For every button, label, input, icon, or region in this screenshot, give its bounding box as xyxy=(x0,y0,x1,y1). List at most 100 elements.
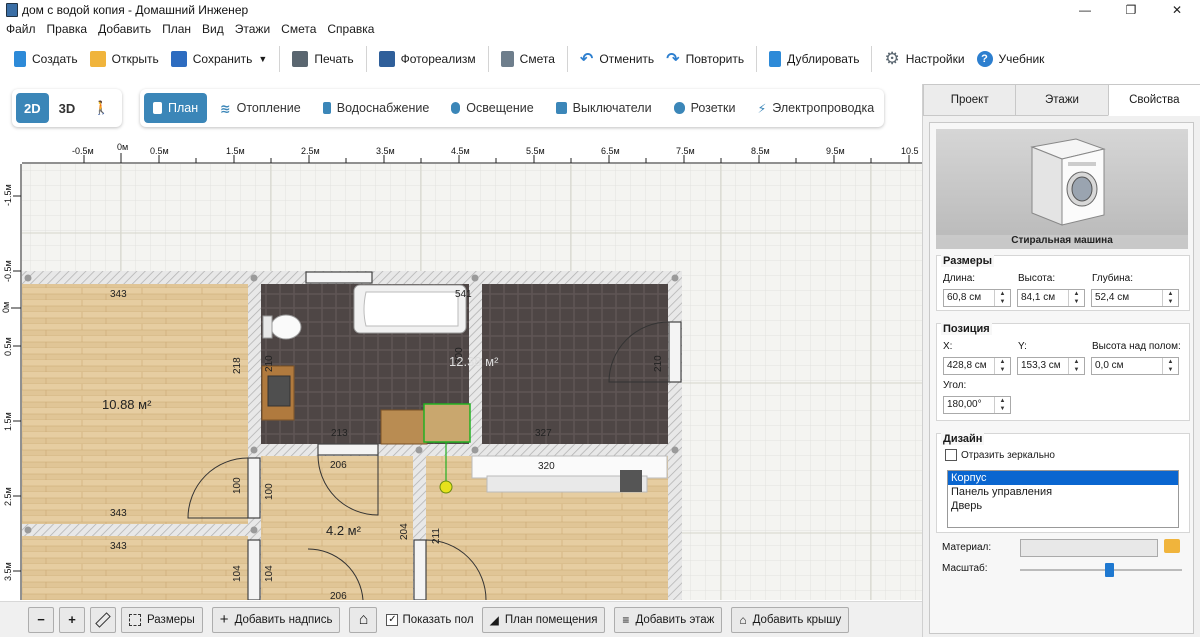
length-field[interactable]: 60,8 см ▲ ▼ xyxy=(943,289,1011,307)
zoom-out-button[interactable]: − xyxy=(28,606,54,633)
ruler-label: 1.5м xyxy=(3,412,13,431)
show-floor-checkbox[interactable]: ✓ Показать пол xyxy=(386,613,474,626)
doorframe-left-lower[interactable] xyxy=(247,539,261,600)
x-stepper[interactable]: ▲ ▼ xyxy=(994,358,1010,374)
rotation-handle[interactable] xyxy=(439,480,453,494)
toolbar-divider xyxy=(365,46,367,72)
tab-wiring[interactable]: ⚡ Электропроводка xyxy=(748,93,883,123)
list-item[interactable]: Дверь xyxy=(948,499,1178,513)
tab-floors[interactable]: Этажи xyxy=(1015,84,1109,116)
duplicate-button[interactable]: Дублировать xyxy=(763,44,865,74)
tab-lighting[interactable]: Освещение xyxy=(442,93,542,123)
toilet[interactable] xyxy=(270,314,302,340)
angle-stepper[interactable]: ▲ ▼ xyxy=(994,397,1010,413)
tab-water[interactable]: Водоснабжение xyxy=(314,93,439,123)
list-item[interactable]: Панель управления xyxy=(948,485,1178,499)
tab-heating[interactable]: ≋ Отопление xyxy=(211,93,310,123)
tab-plan[interactable]: План xyxy=(144,93,208,123)
checkbox-unchecked[interactable] xyxy=(945,449,957,461)
window-top[interactable] xyxy=(305,271,373,284)
stove[interactable] xyxy=(620,470,642,492)
maximize-button[interactable]: ❐ xyxy=(1108,0,1154,20)
elevation-stepper[interactable]: ▲ ▼ xyxy=(1162,358,1178,374)
menu-edit[interactable]: Правка xyxy=(47,22,88,36)
menu-floors[interactable]: Этажи xyxy=(235,22,270,36)
floor-plan-svg[interactable]: -0.5м 0м 0.5м 1.5м 2.5м 3.5м 4.5м 5.5м 6… xyxy=(0,140,922,600)
mode-2d-button[interactable]: 2D xyxy=(16,93,49,123)
create-button[interactable]: Создать xyxy=(8,44,84,74)
water-pipe-icon xyxy=(322,102,331,114)
tab-sockets[interactable]: Розетки xyxy=(665,93,745,123)
tab-properties[interactable]: Свойства xyxy=(1107,84,1200,116)
redo-button[interactable]: ↷ Повторить xyxy=(660,44,750,74)
design-title: Дизайн xyxy=(941,433,985,445)
tab-switches[interactable]: Выключатели xyxy=(547,93,661,123)
material-field[interactable] xyxy=(1020,539,1158,557)
menu-file[interactable]: Файл xyxy=(6,22,36,36)
room-bottom-left-floor[interactable] xyxy=(22,536,248,600)
photorealism-button[interactable]: Фотореализм xyxy=(373,44,482,74)
x-field[interactable]: 428,8 см ▲ ▼ xyxy=(943,357,1011,375)
depth-field[interactable]: 52,4 см ▲ ▼ xyxy=(1091,289,1179,307)
zoom-in-button[interactable]: + xyxy=(59,606,85,633)
dim-label: 100 xyxy=(264,483,275,500)
doorframe-left-upper[interactable] xyxy=(247,457,261,519)
doorframe-bathroom[interactable] xyxy=(317,443,379,456)
tab-project[interactable]: Проект xyxy=(923,84,1017,116)
window-right[interactable] xyxy=(668,321,682,383)
menu-help[interactable]: Справка xyxy=(327,22,374,36)
length-stepper[interactable]: ▲ ▼ xyxy=(994,290,1010,306)
folder-icon xyxy=(89,51,106,67)
print-button[interactable]: Печать xyxy=(286,44,359,74)
ruler-button[interactable] xyxy=(90,606,116,633)
y-field[interactable]: 153,3 см ▲ ▼ xyxy=(1017,357,1085,375)
mode-3d-button[interactable]: 3D xyxy=(51,93,84,123)
ruler-label: 6.5м xyxy=(601,146,620,156)
list-item[interactable]: Корпус xyxy=(948,471,1178,485)
open-button[interactable]: Открыть xyxy=(84,44,165,74)
app-icon xyxy=(6,3,18,17)
doorframe-kitchen[interactable] xyxy=(413,539,427,600)
menu-plan[interactable]: План xyxy=(162,22,191,36)
y-stepper[interactable]: ▲ ▼ xyxy=(1068,358,1084,374)
washing-machine-selected[interactable] xyxy=(423,403,471,443)
depth-stepper[interactable]: ▲ ▼ xyxy=(1162,290,1178,306)
plan-canvas[interactable]: -0.5м 0м 0.5м 1.5м 2.5м 3.5м 4.5м 5.5м 6… xyxy=(0,140,922,600)
menu-add[interactable]: Добавить xyxy=(98,22,151,36)
menu-view[interactable]: Вид xyxy=(202,22,224,36)
undo-button[interactable]: ↶ Отменить xyxy=(574,44,660,74)
home-button[interactable]: ⌂ xyxy=(349,606,378,633)
room-plan-button[interactable]: ◢ План помещения xyxy=(481,606,606,633)
scale-slider[interactable] xyxy=(1020,563,1182,577)
dim-label: 327 xyxy=(535,428,552,439)
estimate-button[interactable]: Смета xyxy=(495,44,561,74)
close-button[interactable]: ✕ xyxy=(1154,0,1200,20)
parts-list[interactable]: Корпус Панель управления Дверь xyxy=(947,470,1179,528)
height-field[interactable]: 84,1 см ▲ ▼ xyxy=(1017,289,1085,307)
add-floor-button[interactable]: ≡ Добавить этаж xyxy=(614,606,723,633)
minimize-button[interactable]: — xyxy=(1062,0,1108,20)
room-right-tiled-floor[interactable] xyxy=(482,284,668,444)
ruler-label: 1.5м xyxy=(226,146,245,156)
sink[interactable] xyxy=(267,375,291,407)
chevron-down-icon[interactable]: ▼ xyxy=(258,54,267,64)
height-stepper[interactable]: ▲ ▼ xyxy=(1068,290,1084,306)
bathroom-cabinet[interactable] xyxy=(380,409,428,445)
save-button[interactable]: Сохранить ▼ xyxy=(165,44,274,74)
add-label-button[interactable]: + Добавить надпись xyxy=(211,606,341,633)
settings-button[interactable]: ⚙ Настройки xyxy=(878,44,970,74)
walk-mode-button[interactable]: 🚶 xyxy=(85,93,117,123)
scale-slider-thumb[interactable] xyxy=(1105,563,1114,577)
menu-estimate[interactable]: Смета xyxy=(281,22,316,36)
add-roof-button[interactable]: ⌂ Добавить крышу xyxy=(731,606,850,633)
depth-value: 52,4 см xyxy=(1095,292,1130,303)
angle-field[interactable]: 180,00° ▲ ▼ xyxy=(943,396,1011,414)
elevation-field[interactable]: 0,0 см ▲ ▼ xyxy=(1091,357,1179,375)
checkbox-checked[interactable]: ✓ xyxy=(386,613,399,626)
mirror-checkbox[interactable]: Отразить зеркально xyxy=(945,449,1055,461)
dimensions-button[interactable]: Размеры xyxy=(121,606,203,633)
folder-icon[interactable] xyxy=(1164,539,1180,553)
tutorial-button[interactable]: ? Учебник xyxy=(971,44,1051,74)
help-icon: ? xyxy=(976,51,993,67)
washing-machine-preview xyxy=(1030,138,1106,226)
